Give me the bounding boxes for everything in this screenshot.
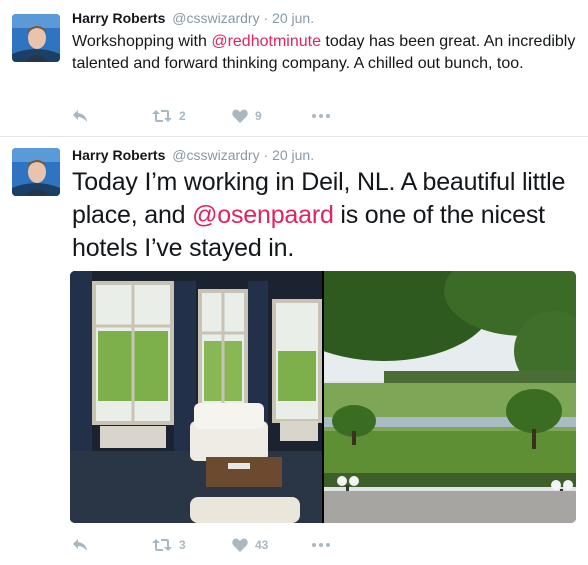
- retweet-button[interactable]: 2: [152, 109, 232, 123]
- photo-garden-view[interactable]: [324, 271, 576, 523]
- media-gallery: [70, 271, 576, 523]
- tweet[interactable]: Harry Roberts @csswizardry · 20 jun. Wor…: [0, 0, 588, 137]
- tweet-date[interactable]: 20 jun.: [272, 10, 314, 26]
- avatar[interactable]: [12, 14, 60, 62]
- heart-icon: [232, 538, 248, 552]
- retweet-count: 2: [179, 109, 186, 123]
- retweet-icon: [152, 539, 172, 551]
- retweet-count: 3: [179, 538, 186, 552]
- reply-button[interactable]: [72, 109, 152, 123]
- like-count: 43: [255, 538, 269, 552]
- tweet-text: Today I’m working in Deil, NL. A beautif…: [72, 166, 578, 265]
- separator: ·: [263, 10, 269, 26]
- tweet-header: Harry Roberts @csswizardry · 20 jun.: [72, 10, 314, 26]
- photo-hotel-room[interactable]: [70, 271, 322, 523]
- heart-icon: [232, 109, 248, 123]
- tweet-text-part: Workshopping with: [72, 33, 212, 50]
- author-name[interactable]: Harry Roberts: [72, 10, 165, 26]
- more-button[interactable]: [312, 114, 330, 118]
- author-handle[interactable]: @csswizardry: [172, 10, 259, 26]
- mention-link[interactable]: @redhotminute: [211, 33, 321, 50]
- more-icon: [312, 114, 330, 118]
- tweet-header: Harry Roberts @csswizardry · 20 jun.: [72, 147, 314, 163]
- author-name[interactable]: Harry Roberts: [72, 147, 165, 163]
- reply-icon: [73, 539, 87, 551]
- author-handle[interactable]: @csswizardry: [172, 147, 259, 163]
- tweet-date[interactable]: 20 jun.: [272, 147, 314, 163]
- retweet-icon: [152, 110, 172, 122]
- tweet-actions: 3 43: [72, 535, 330, 555]
- separator: ·: [263, 147, 269, 163]
- mention-link[interactable]: @osenpaard: [192, 201, 334, 229]
- tweet-actions: 2 9: [72, 106, 330, 126]
- more-button[interactable]: [312, 543, 330, 547]
- tweet[interactable]: Harry Roberts @csswizardry · 20 jun. Tod…: [0, 137, 588, 565]
- reply-icon: [73, 110, 87, 122]
- avatar[interactable]: [12, 148, 60, 196]
- more-icon: [312, 543, 330, 547]
- like-button[interactable]: 43: [232, 538, 312, 552]
- like-button[interactable]: 9: [232, 109, 312, 123]
- like-count: 9: [255, 109, 262, 123]
- tweet-text: Workshopping with @redhotminute today ha…: [72, 31, 578, 75]
- reply-button[interactable]: [72, 538, 152, 552]
- retweet-button[interactable]: 3: [152, 538, 232, 552]
